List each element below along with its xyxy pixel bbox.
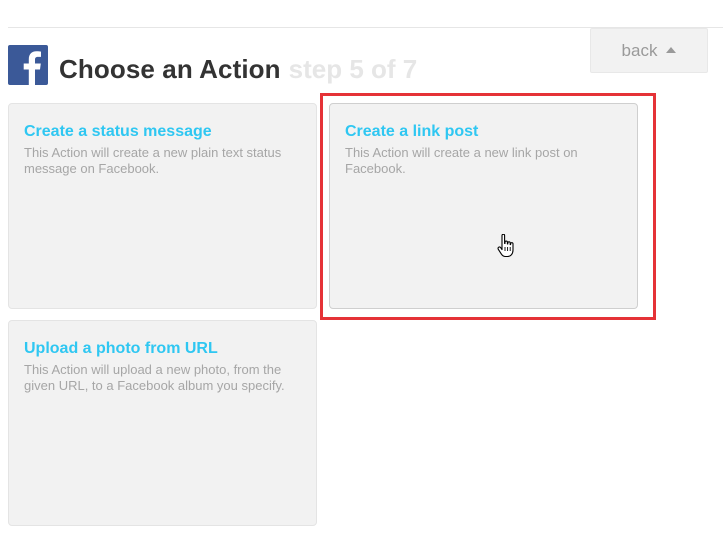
back-button-label: back — [621, 40, 658, 60]
page-title: Choose an Action — [59, 53, 281, 84]
action-card-create-link-post[interactable]: Create a link post This Action will crea… — [329, 103, 638, 309]
action-description: This Action will create a new link post … — [345, 145, 578, 176]
step-indicator: step 5 of 7 — [288, 53, 418, 84]
action-description: This Action will upload a new photo, fro… — [24, 362, 285, 393]
action-card-create-status-message[interactable]: Create a status message This Action will… — [8, 103, 317, 309]
facebook-logo-icon — [8, 45, 48, 85]
page-header: Choose an Action step 5 of 7 — [8, 44, 417, 86]
action-title: Create a link post — [345, 123, 479, 140]
action-title: Upload a photo from URL — [24, 340, 218, 357]
action-title: Create a status message — [24, 123, 212, 140]
back-button[interactable]: back — [590, 28, 708, 73]
action-card-upload-photo-from-url[interactable]: Upload a photo from URL This Action will… — [8, 320, 317, 526]
action-description: This Action will create a new plain text… — [24, 145, 282, 176]
caret-up-icon — [666, 46, 677, 53]
